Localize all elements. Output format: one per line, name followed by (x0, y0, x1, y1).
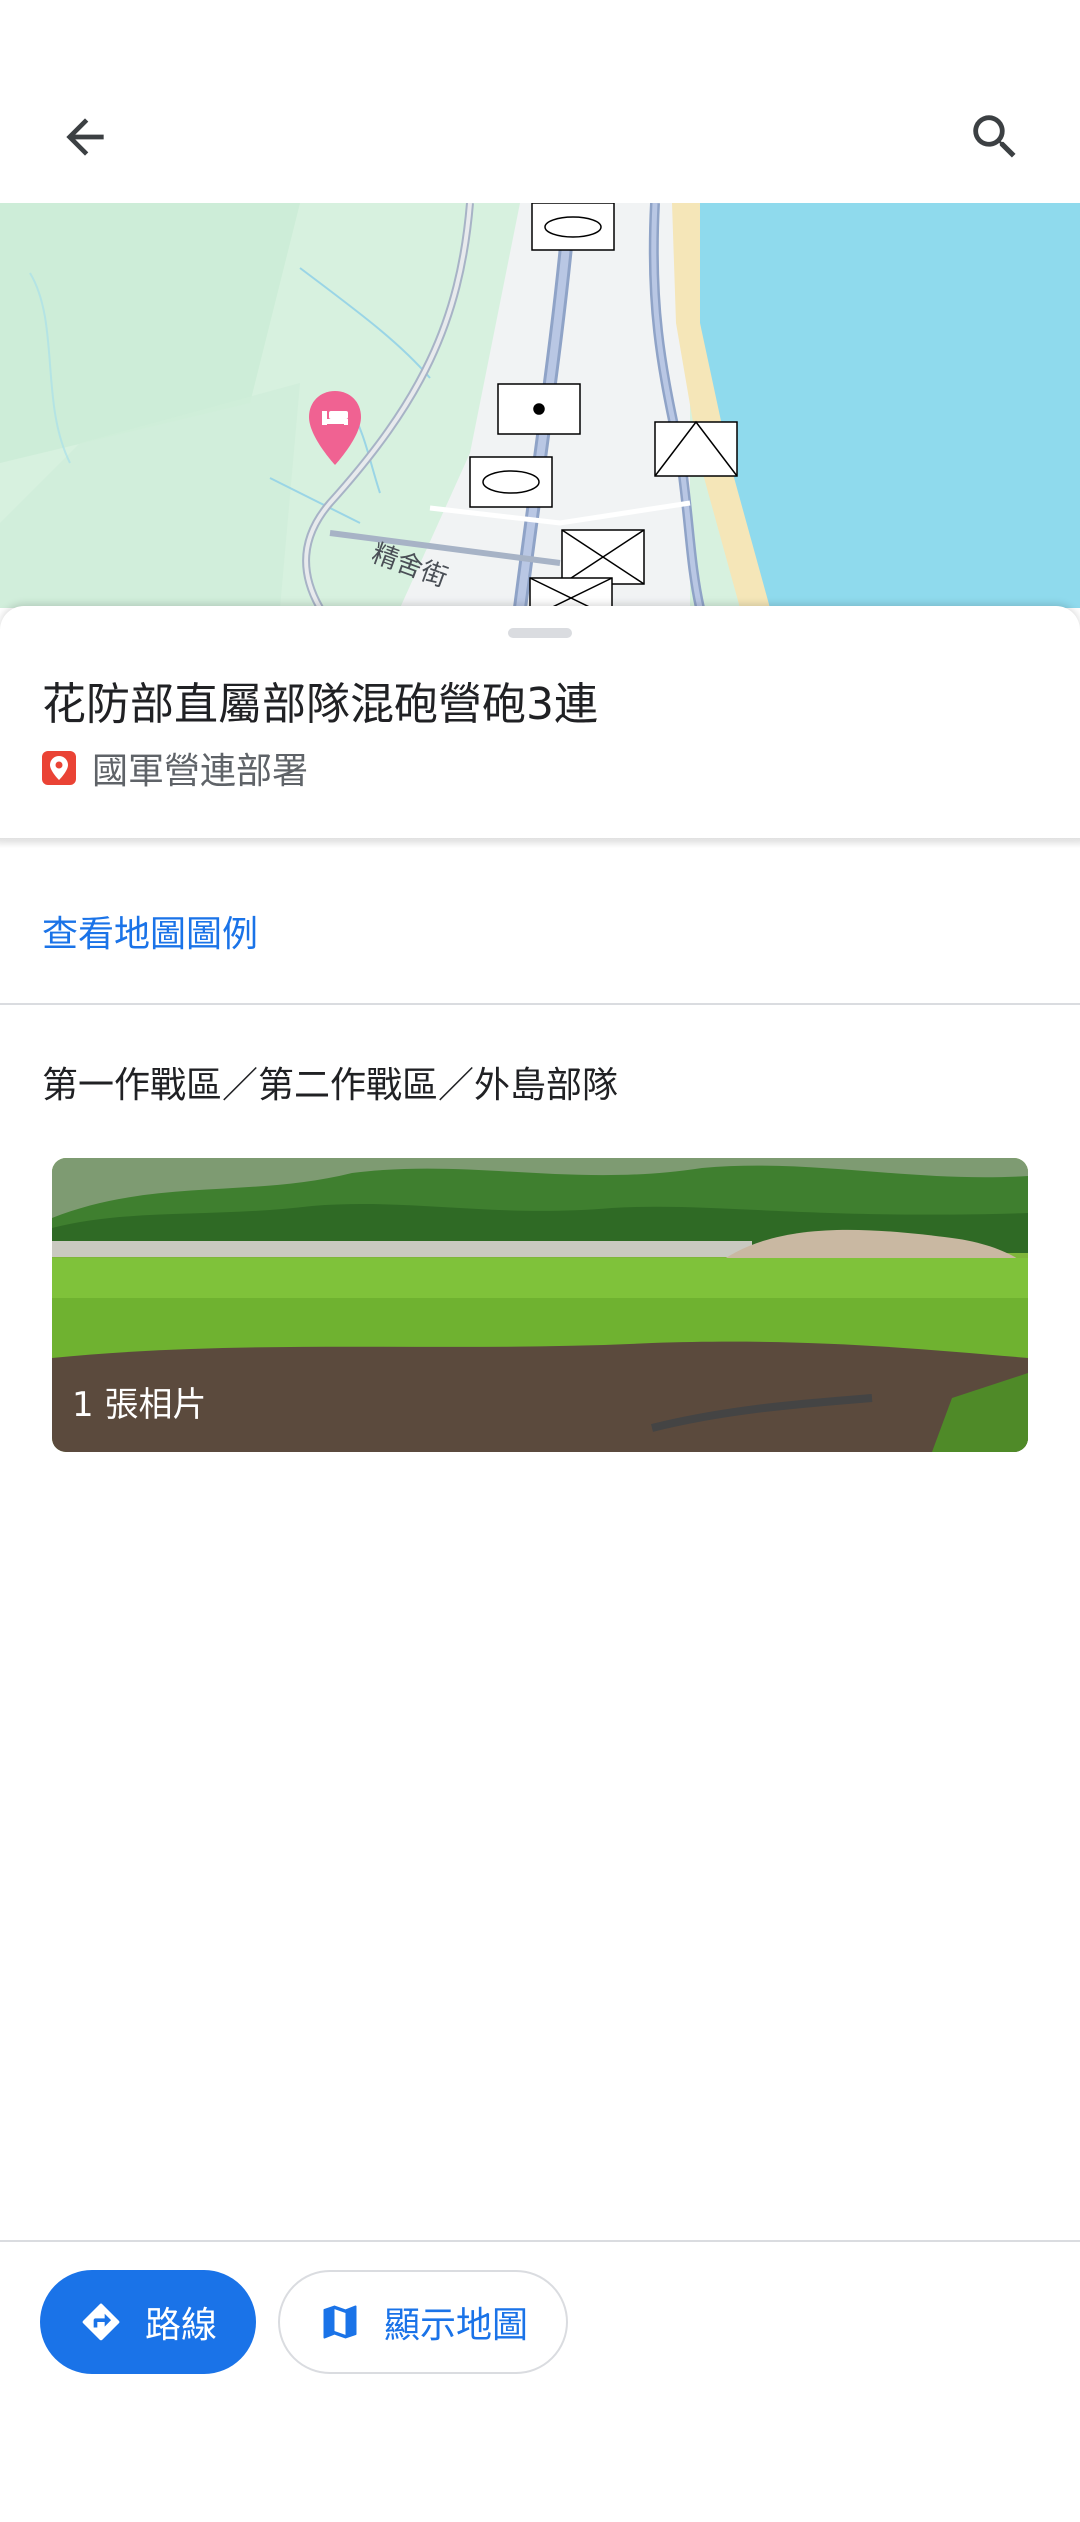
map-view[interactable]: 精舍街 (0, 203, 1080, 608)
sheet-divider (0, 838, 1080, 848)
hotel-marker-icon[interactable] (307, 389, 363, 467)
map-legend-link[interactable]: 查看地圖圖例 (42, 905, 258, 957)
place-category-row: 國軍營連部署 (42, 746, 308, 792)
area-text: 第一作戰區／第二作戰區／外島部隊 (42, 1065, 619, 1106)
section-divider (0, 1003, 1080, 1005)
directions-icon (79, 2300, 123, 2344)
directions-button[interactable]: 路線 (40, 2270, 256, 2374)
arrow-back-icon[interactable] (35, 87, 135, 187)
bottom-action-bar: 路線 顯示地圖 (0, 2240, 1080, 2522)
drag-handle[interactable] (508, 628, 572, 638)
place-category: 國軍營連部署 (92, 751, 309, 792)
photo-count: 1 張相片 (72, 1385, 207, 1425)
show-map-label: 顯示地圖 (383, 2305, 528, 2346)
map-canvas (0, 203, 1080, 608)
place-photo[interactable]: 1 張相片 (52, 1158, 1028, 1452)
search-icon[interactable] (945, 87, 1045, 187)
place-sheet[interactable]: 花防部直屬部隊混砲營砲3連 國軍營連部署 (0, 606, 1080, 840)
map-icon (318, 2300, 362, 2344)
show-map-button[interactable]: 顯示地圖 (278, 2270, 568, 2374)
directions-label: 路線 (144, 2305, 217, 2346)
location-pin-icon (42, 751, 76, 785)
top-app-bar (0, 0, 1080, 203)
place-title: 花防部直屬部隊混砲營砲3連 (42, 679, 598, 730)
